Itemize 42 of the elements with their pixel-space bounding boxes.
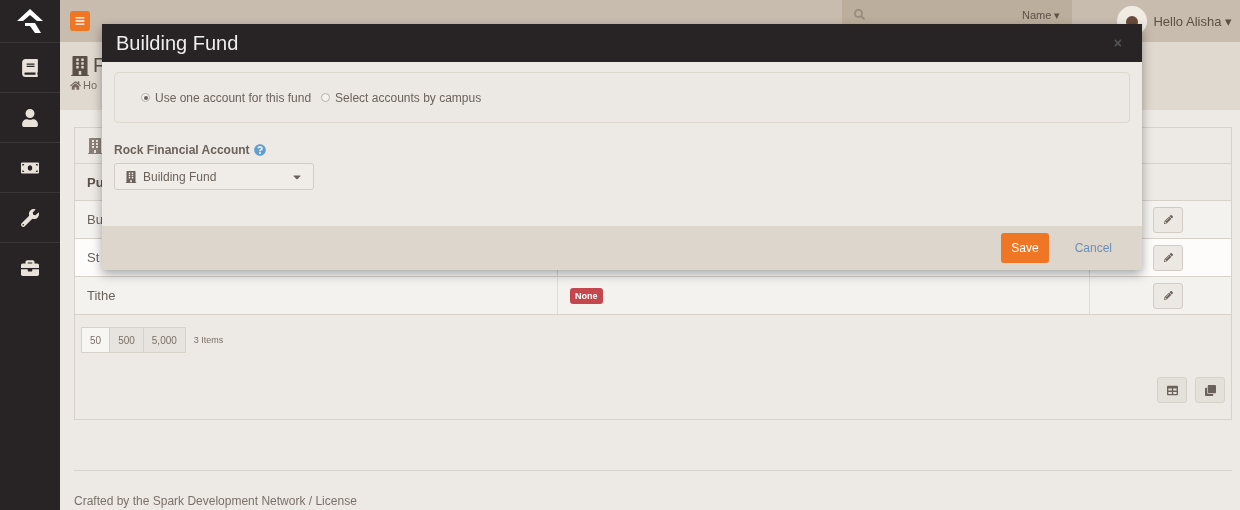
search-icon [854,9,866,20]
table-cell: Tithe [87,288,116,303]
copy-icon [1204,384,1216,396]
table-icon [1166,384,1178,396]
building-icon [70,55,90,76]
export-button[interactable] [1157,377,1187,403]
edit-button[interactable] [1153,282,1183,309]
footer-text: Crafted by the Spark Development Network / License [74,494,357,508]
breadcrumb-link[interactable]: Ho [83,79,98,91]
briefcase-icon[interactable] [21,258,39,277]
pencil-icon [1163,291,1173,300]
page-size-button[interactable]: 5,000 [142,327,186,353]
field-label: Rock Financial Account [114,143,250,157]
filter-dropdown[interactable]: Name ▾ [1022,9,1061,22]
merge-button[interactable] [1195,377,1225,403]
save-button[interactable]: Save [1001,233,1049,263]
radio-option[interactable]: Use one account for this fund [141,90,312,105]
pencil-icon [1163,253,1173,262]
modal-title: Building Fund [116,31,239,55]
account-dropdown[interactable]: Building Fund [114,163,314,190]
status-label: None [570,287,603,304]
table-row[interactable]: Tithe None [75,277,1231,315]
help-icon[interactable] [253,144,266,156]
building-icon [87,137,103,154]
logo-icon[interactable] [17,9,43,33]
wrench-icon[interactable] [21,208,39,227]
page-size-button[interactable]: 500 [109,327,144,353]
cancel-link[interactable]: Cancel [1064,233,1122,263]
pencil-icon [1163,215,1173,224]
home-icon [70,79,81,91]
book-icon[interactable] [21,58,39,77]
close-button[interactable]: × [1107,34,1128,52]
person-icon[interactable] [21,108,39,127]
page-size-button[interactable]: 50 [81,327,111,353]
table-cell: St [87,250,100,265]
menu-icon [75,16,85,26]
table-cell: Bu [87,212,103,227]
radio-option[interactable]: Select accounts by campus [321,90,482,105]
edit-button[interactable] [1153,244,1183,271]
edit-button[interactable] [1153,206,1183,233]
item-count: 3 Items [193,335,224,345]
building-icon [125,170,137,183]
